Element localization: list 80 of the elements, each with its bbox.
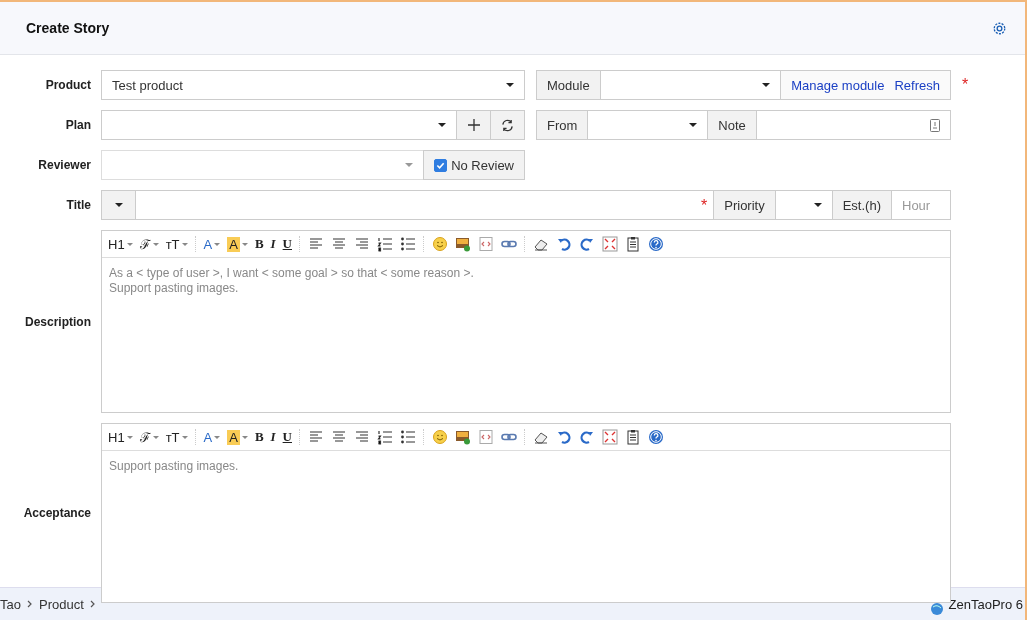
- toolbar-button[interactable]: ᴛT: [165, 236, 188, 252]
- chevron-icon: [89, 600, 96, 608]
- toolbar-button[interactable]: H1: [108, 429, 133, 445]
- text-link[interactable]: Refresh: [894, 77, 940, 93]
- toolbar-button[interactable]: H1: [108, 236, 133, 252]
- image-icon[interactable]: [455, 429, 471, 445]
- emoji-icon[interactable]: [432, 236, 448, 252]
- placeholder-text: Support pasting images.: [109, 281, 240, 296]
- field-label: Plan: [64, 118, 92, 132]
- note-field[interactable]: [755, 110, 951, 140]
- undo-icon[interactable]: [556, 429, 572, 445]
- toolbar-button[interactable]: A: [203, 236, 221, 252]
- toolbar-button[interactable]: I: [270, 429, 276, 445]
- version-label: ZenTaoPro 6: [948, 596, 1023, 612]
- field-label: Description: [24, 314, 92, 329]
- field-label: Acceptance: [22, 506, 92, 520]
- field-label: Priority: [713, 190, 776, 220]
- placeholder-text: As a < type of user >, I want < some goal > so that < some reason >.: [109, 266, 475, 281]
- add-button[interactable]: [456, 110, 491, 140]
- rich-text-editor[interactable]: H1 ℱ ᴛT A A B I U As a < type of user >, I want < some goal > so that < some reason >. Support pasting images.: [101, 230, 951, 413]
- paste-icon[interactable]: [625, 429, 641, 445]
- paste-icon[interactable]: [625, 236, 641, 252]
- text-link[interactable]: Manage module: [791, 77, 885, 93]
- field-label: Reviewer: [37, 158, 92, 172]
- title-field[interactable]: *: [135, 190, 715, 220]
- bullet-list-icon[interactable]: [400, 429, 416, 445]
- field-label: Est.(h): [831, 190, 892, 220]
- field-label: From: [536, 110, 589, 140]
- required-mark: *: [701, 197, 708, 215]
- globe-icon: [930, 603, 943, 615]
- code-icon[interactable]: [478, 429, 494, 445]
- color-button[interactable]: [101, 190, 136, 220]
- product-select[interactable]: Test product: [101, 70, 525, 100]
- note-icon: [930, 118, 940, 132]
- align-center-icon[interactable]: [331, 429, 347, 445]
- toolbar-button[interactable]: I: [270, 236, 276, 252]
- required-mark: *: [960, 76, 970, 94]
- fullscreen-icon[interactable]: [602, 236, 618, 252]
- code-icon[interactable]: [478, 236, 494, 252]
- field-label: Module: [536, 70, 601, 100]
- plus-icon: [467, 119, 480, 131]
- help-icon[interactable]: [648, 236, 664, 252]
- help-icon[interactable]: [648, 429, 664, 445]
- refresh-button[interactable]: [490, 110, 525, 140]
- align-center-icon[interactable]: [331, 236, 347, 252]
- toolbar-button[interactable]: U: [282, 236, 292, 252]
- toolbar-button[interactable]: ᴛT: [165, 429, 188, 445]
- toolbar-button[interactable]: A: [203, 429, 221, 445]
- page-title: Create Story: [26, 20, 110, 36]
- align-left-icon[interactable]: [308, 429, 324, 445]
- placeholder-text: Support pasting images.: [109, 459, 240, 474]
- chevron-icon: [26, 600, 33, 608]
- fullscreen-icon[interactable]: [602, 429, 618, 445]
- check-icon: [436, 160, 446, 170]
- undo-icon[interactable]: [556, 236, 572, 252]
- field-label: Note: [707, 110, 757, 140]
- toolbar-button[interactable]: ℱ: [139, 235, 159, 253]
- redo-icon[interactable]: [579, 236, 595, 252]
- hours-field[interactable]: Hour: [891, 190, 951, 220]
- toolbar-button[interactable]: B: [254, 236, 264, 252]
- toolbar-button[interactable]: U: [282, 429, 292, 445]
- field-label: Title: [65, 198, 92, 212]
- align-left-icon[interactable]: [308, 236, 324, 252]
- align-right-icon[interactable]: [354, 429, 370, 445]
- field-label: Product: [44, 78, 92, 92]
- refresh-icon: [501, 118, 514, 132]
- toolbar-button[interactable]: ℱ: [139, 428, 159, 446]
- no-review-checkbox[interactable]: No Review: [423, 150, 525, 180]
- ordered-list-icon[interactable]: [377, 429, 393, 445]
- emoji-icon[interactable]: [432, 429, 448, 445]
- breadcrumb-link[interactable]: Tao: [0, 596, 21, 612]
- align-right-icon[interactable]: [354, 236, 370, 252]
- redo-icon[interactable]: [579, 429, 595, 445]
- toolbar-button[interactable]: B: [254, 429, 264, 445]
- ordered-list-icon[interactable]: [377, 236, 393, 252]
- settings-icon[interactable]: [992, 20, 1007, 36]
- rich-text-editor[interactable]: H1 ℱ ᴛT A A B I U Support pasting images.: [101, 423, 951, 603]
- bullet-list-icon[interactable]: [400, 236, 416, 252]
- image-icon[interactable]: [455, 236, 471, 252]
- breadcrumb-link[interactable]: Product: [38, 596, 84, 612]
